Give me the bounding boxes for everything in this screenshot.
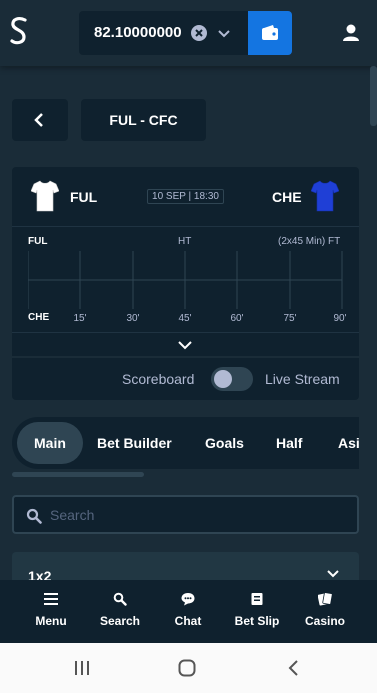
nav-search[interactable]: Search xyxy=(85,592,155,628)
timeline-tick: 45' xyxy=(178,313,192,324)
live-stream-toggle[interactable] xyxy=(211,367,253,391)
tab-asian[interactable]: Asi xyxy=(338,422,359,464)
stake-logo-icon[interactable] xyxy=(8,16,30,46)
user-icon[interactable] xyxy=(340,22,362,44)
match-card: FUL 10 SEP | 18:30 CHE FUL HT (2x45 Min)… xyxy=(12,167,359,356)
top-bar: 82.10000000 xyxy=(0,0,377,66)
currency-icon xyxy=(191,25,207,41)
match-timeline xyxy=(28,251,343,309)
casino-icon xyxy=(318,592,332,606)
search-input[interactable] xyxy=(50,505,340,525)
nav-bet-slip[interactable]: Bet Slip xyxy=(222,592,292,628)
nav-menu[interactable]: Menu xyxy=(16,592,86,628)
search-icon xyxy=(113,592,127,606)
match-datetime: 10 SEP | 18:30 xyxy=(147,189,224,204)
page-scrollbar[interactable] xyxy=(370,66,377,126)
timeline-home-label: FUL xyxy=(28,236,48,247)
bottom-navigation: Menu Search Chat Bet Slip Casino xyxy=(0,580,377,643)
recent-apps-icon[interactable] xyxy=(73,659,91,677)
nav-menu-label: Menu xyxy=(35,614,67,628)
away-shirt-icon xyxy=(311,180,339,212)
away-team-name: CHE xyxy=(272,189,302,205)
chevron-left-icon xyxy=(34,113,43,127)
menu-icon xyxy=(44,593,58,605)
nav-casino-label: Casino xyxy=(304,614,345,628)
wallet-icon xyxy=(262,25,278,40)
tab-goals[interactable]: Goals xyxy=(205,422,244,464)
tab-main[interactable]: Main xyxy=(17,422,83,464)
live-stream-label: Live Stream xyxy=(265,371,340,387)
search-field[interactable] xyxy=(12,495,359,534)
search-icon xyxy=(26,508,42,524)
timeline-tick: 15' xyxy=(73,313,87,324)
expand-timeline-button[interactable] xyxy=(12,332,359,356)
home-icon[interactable] xyxy=(178,659,196,677)
stream-toggle-bar: Scoreboard Live Stream xyxy=(12,358,359,400)
timeline-ft-label: (2x45 Min) FT xyxy=(278,236,341,247)
system-navigation-bar xyxy=(0,643,377,693)
timeline-tick: 75' xyxy=(283,313,297,324)
timeline-tick: 60' xyxy=(230,313,244,324)
bet-slip-icon xyxy=(251,593,263,605)
timeline-away-label: CHE xyxy=(28,312,50,323)
tab-half[interactable]: Half xyxy=(276,422,302,464)
timeline-tick: 90' xyxy=(333,313,347,324)
timeline-tick: 30' xyxy=(126,313,140,324)
toggle-knob xyxy=(214,370,232,388)
market-tabs: Main Bet Builder Goals Half Asi xyxy=(12,417,359,469)
wallet-button[interactable] xyxy=(248,11,292,55)
nav-chat[interactable]: Chat xyxy=(153,592,223,628)
nav-search-label: Search xyxy=(99,614,141,628)
scoreboard-label: Scoreboard xyxy=(122,371,195,387)
tabs-scrollbar[interactable] xyxy=(12,472,144,477)
balance-amount: 82.10000000 xyxy=(94,24,182,41)
chat-icon xyxy=(181,593,195,606)
back-icon[interactable] xyxy=(285,659,303,677)
chevron-down-icon xyxy=(178,341,192,350)
nav-bet-slip-label: Bet Slip xyxy=(234,614,280,628)
divider xyxy=(12,226,359,227)
chevron-down-icon xyxy=(327,570,339,578)
back-button[interactable] xyxy=(12,99,68,141)
nav-casino[interactable]: Casino xyxy=(290,592,360,628)
home-team-name: FUL xyxy=(70,189,98,205)
timeline-ht-label: HT xyxy=(178,236,192,247)
tab-bet-builder[interactable]: Bet Builder xyxy=(97,422,172,464)
home-shirt-icon xyxy=(31,180,59,212)
chevron-down-icon xyxy=(218,30,230,38)
balance-selector[interactable]: 82.10000000 xyxy=(79,11,248,55)
match-title: FUL - CFC xyxy=(81,99,206,141)
nav-chat-label: Chat xyxy=(174,614,202,628)
